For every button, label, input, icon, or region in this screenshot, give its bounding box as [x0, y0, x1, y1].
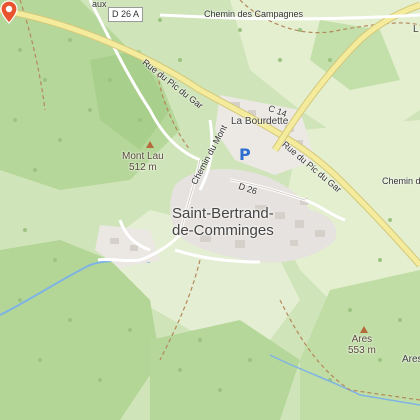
map-view[interactable]: D 26 A aux Chemin des Campagnes Rue du P… [0, 0, 420, 420]
town-label-line2: de-Comminges [172, 222, 274, 239]
peak-name: Mont Lau [122, 151, 164, 162]
peak-mont-lau: Mont Lau 512 m [122, 152, 164, 173]
location-pin-icon[interactable] [0, 0, 18, 24]
road-label-chemin-des-campagnes: Chemin des Campagnes [204, 9, 304, 19]
town-label[interactable]: Saint-Bertrand- de-Comminges [172, 206, 274, 238]
road-label-chemin-de: Chemin de [382, 176, 420, 186]
peak-elevation: 512 m [128, 162, 157, 173]
peak-elevation: 553 m [348, 345, 376, 356]
place-label-la-bourdette: La Bourdette [231, 116, 289, 127]
town-label-line1: Saint-Bertrand- [172, 205, 274, 222]
road-label-edge: aux [92, 0, 107, 9]
parking-icon[interactable]: P [239, 145, 251, 164]
place-label-ares-edge: Ares [402, 354, 420, 365]
peak-ares: Ares 553 m [348, 335, 376, 356]
place-label-edge: L [413, 24, 419, 35]
road-shield-d26a: D 26 A [108, 7, 144, 22]
peak-name: Ares [351, 334, 373, 345]
